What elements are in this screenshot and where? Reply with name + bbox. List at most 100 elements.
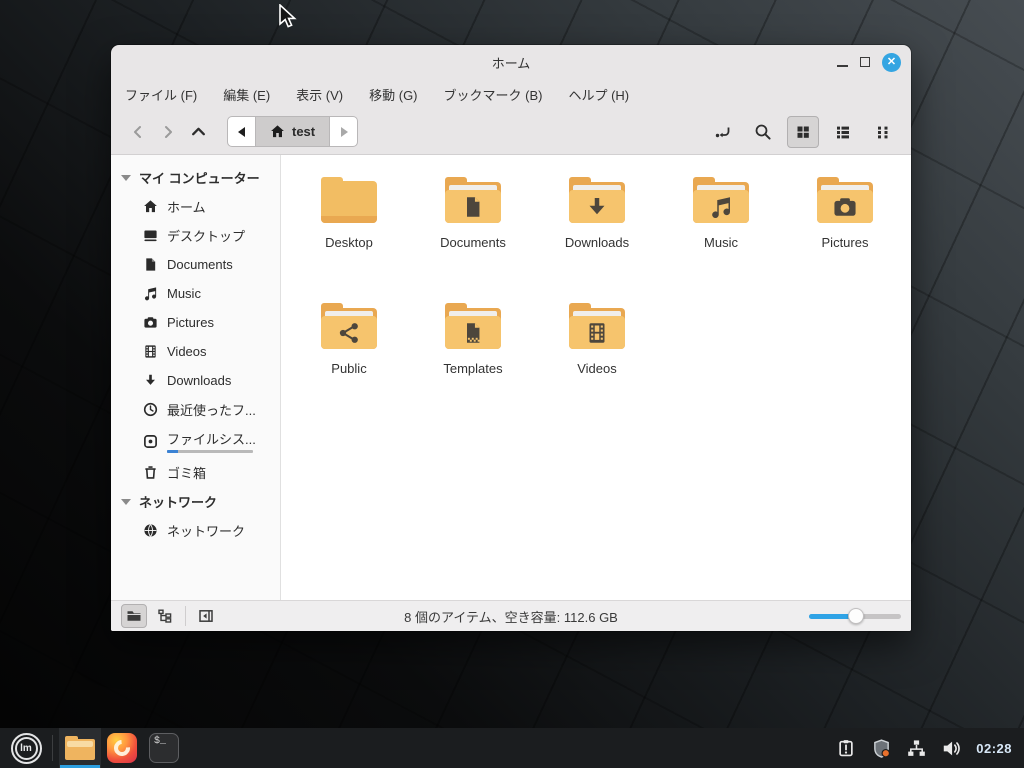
sidebar-item-videos[interactable]: Videos [111, 337, 280, 366]
grid-view-button[interactable] [787, 115, 819, 148]
update-manager-button[interactable] [871, 738, 891, 758]
close-button[interactable]: ✕ [882, 52, 901, 72]
search-icon [755, 124, 771, 140]
sidebar-item-label: Videos [167, 344, 207, 359]
back-icon [134, 125, 141, 138]
taskbar-item-terminal[interactable]: $_ [143, 728, 185, 768]
menu-go[interactable]: 移動 (G) [369, 85, 417, 104]
menu-edit[interactable]: 編集 (E) [223, 85, 270, 104]
sidebar-item-downloads[interactable]: Downloads [111, 366, 280, 395]
volume-button[interactable] [941, 738, 961, 758]
maximize-button[interactable] [860, 57, 870, 67]
file-documents[interactable]: Documents [411, 169, 535, 295]
breadcrumb-right-icon [340, 126, 348, 137]
sidebar-item-documents[interactable]: Documents [111, 250, 280, 279]
sidebar-item-home[interactable]: ホーム [111, 192, 280, 221]
camera-icon [144, 317, 157, 328]
folder-template-icon [445, 303, 501, 349]
shield-update-icon [873, 738, 890, 758]
menu-view[interactable]: 表示 (V) [296, 85, 343, 104]
trash-icon [145, 466, 156, 479]
file-videos[interactable]: Videos [535, 295, 659, 421]
file-label: Pictures [821, 235, 869, 250]
folder-icon [65, 736, 95, 760]
file-templates[interactable]: Templates [411, 295, 535, 421]
speaker-icon [943, 741, 960, 755]
taskbar-item-file-manager[interactable] [59, 728, 101, 768]
sidebar-item-pictures[interactable]: Pictures [111, 308, 280, 337]
sidebar-item-label: Music [167, 286, 201, 301]
sidebar-item-label: Pictures [167, 315, 214, 330]
statusbar: 8 個のアイテム、空き容量: 112.6 GB [111, 600, 911, 631]
mint-logo-text: lm [20, 742, 32, 754]
firefox-icon [107, 733, 137, 763]
breadcrumb-left-button[interactable] [228, 117, 255, 146]
file-label: Templates [443, 361, 503, 376]
file-label: Public [331, 361, 367, 376]
minimize-button[interactable] [837, 65, 848, 67]
clock-icon [143, 402, 158, 417]
sidebar-item-filesystem[interactable]: ファイルシス... [111, 424, 280, 458]
taskbar-separator [52, 735, 53, 761]
breadcrumb-current-button[interactable]: test [255, 117, 331, 146]
forward-button[interactable] [153, 117, 183, 147]
sidebar-item-trash[interactable]: ゴミ箱 [111, 458, 280, 487]
file-grid: Desktop Documents Downloads Music Pictur… [281, 155, 911, 600]
folder-music-icon [693, 177, 749, 223]
sidebar-item-label: 最近使ったフ... [167, 403, 256, 418]
sidebar-section-computer[interactable]: マイ コンピューター [111, 163, 280, 192]
back-button[interactable] [123, 117, 153, 147]
sidebar-section-label: ネットワーク [139, 495, 218, 510]
file-label: Desktop [325, 235, 373, 250]
menu-file[interactable]: ファイル (F) [125, 85, 197, 104]
taskbar-item-firefox[interactable] [101, 728, 143, 768]
up-icon [191, 127, 205, 136]
sidebar-item-label: ネットワーク [167, 524, 246, 539]
breadcrumb: test [227, 116, 359, 147]
forward-icon [165, 125, 172, 138]
sidebar-section-network[interactable]: ネットワーク [111, 487, 280, 516]
file-downloads[interactable]: Downloads [535, 169, 659, 295]
network-button[interactable] [906, 738, 926, 758]
search-button[interactable] [747, 116, 779, 148]
edit-location-icon [715, 127, 730, 137]
file-music[interactable]: Music [659, 169, 783, 295]
chevron-down-icon [121, 174, 131, 181]
zoom-slider-thumb[interactable] [847, 608, 864, 624]
terminal-icon: $_ [149, 733, 179, 763]
sidebar-item-music[interactable]: Music [111, 279, 280, 308]
breadcrumb-current-label: test [292, 124, 316, 139]
mouse-cursor [279, 4, 297, 28]
folder-share-icon [321, 303, 377, 349]
disk-usage-bar [167, 450, 253, 453]
mint-logo-icon: lm [10, 732, 42, 764]
taskbar-clock[interactable]: 02:28 [976, 741, 1012, 756]
up-button[interactable] [183, 117, 213, 147]
sidebar-item-label: ホーム [167, 200, 206, 215]
sidebar-item-desktop[interactable]: デスクトップ [111, 221, 280, 250]
globe-icon [144, 524, 157, 537]
folder-camera-icon [817, 177, 873, 223]
menu-help[interactable]: ヘルプ (H) [568, 85, 629, 104]
zoom-slider[interactable] [809, 608, 901, 624]
file-public[interactable]: Public [287, 295, 411, 421]
mint-menu-button[interactable]: lm [0, 728, 52, 768]
file-desktop[interactable]: Desktop [287, 169, 411, 295]
status-text: 8 個のアイテム、空き容量: 112.6 GB [404, 609, 618, 625]
list-view-button[interactable] [827, 116, 859, 148]
music-icon [144, 287, 157, 301]
sidebar-item-network[interactable]: ネットワーク [111, 516, 280, 545]
file-pictures[interactable]: Pictures [783, 169, 907, 295]
system-tray: 02:28 [836, 738, 1024, 758]
report-tool-button[interactable] [836, 738, 856, 758]
titlebar[interactable]: ホーム ✕ [111, 45, 911, 79]
terminal-prompt-text: $_ [154, 736, 167, 747]
sidebar-item-label: ファイルシス... [167, 432, 256, 447]
edit-location-button[interactable] [707, 116, 739, 148]
file-label: Documents [440, 235, 506, 250]
breadcrumb-right-button[interactable] [330, 117, 357, 146]
sidebar-item-recent[interactable]: 最近使ったフ... [111, 395, 280, 424]
compact-view-button[interactable] [867, 116, 899, 148]
breadcrumb-left-icon [237, 126, 245, 137]
menu-bookmarks[interactable]: ブックマーク (B) [444, 85, 543, 104]
